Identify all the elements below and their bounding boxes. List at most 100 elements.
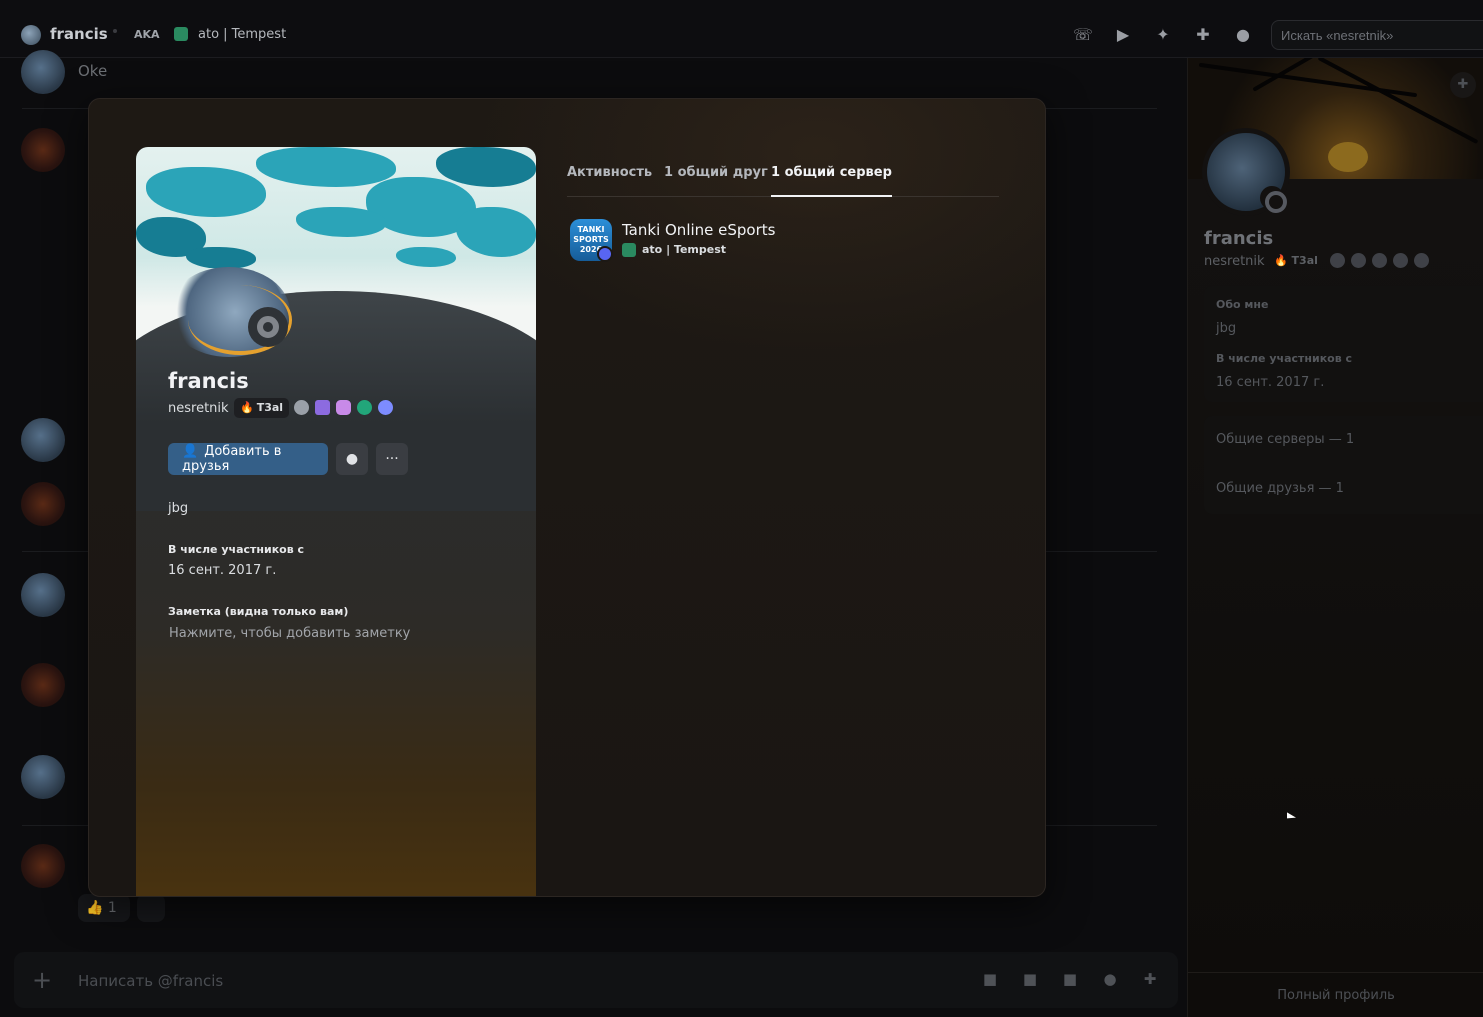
- profile-tabs: Активность 1 общий друг 1 общий сервер: [567, 165, 999, 197]
- message-button[interactable]: ●: [336, 443, 368, 475]
- aka-name[interactable]: ato | Tempest: [198, 27, 286, 42]
- avatar[interactable]: [21, 418, 65, 462]
- badge-list: [1330, 253, 1429, 268]
- orb-icon[interactable]: [378, 400, 393, 415]
- cloud-shape: [456, 207, 536, 257]
- server-tag-icon: [174, 27, 188, 41]
- cloud-shape: [296, 207, 386, 237]
- server-nickname: ato | Tempest: [642, 243, 727, 256]
- member-since-label: В числе участников с: [168, 543, 305, 556]
- avatar[interactable]: [21, 482, 65, 526]
- full-profile-button[interactable]: Полный профиль: [1188, 988, 1483, 1003]
- reaction-thumbs-up[interactable]: 👍 1: [78, 894, 130, 922]
- tab-mutual-servers[interactable]: 1 общий сервер: [771, 165, 892, 197]
- badge-icon[interactable]: [1372, 253, 1387, 268]
- user-profile-panel: ✚ francis nesretnik 🔥 T3al Обо мне jbg В…: [1187, 58, 1483, 1017]
- avatar[interactable]: [21, 755, 65, 799]
- mutual-servers-row[interactable]: Общие серверы — 1: [1216, 432, 1354, 447]
- more-icon: ···: [385, 451, 399, 467]
- sticker-icon[interactable]: ■: [1060, 970, 1080, 990]
- avatar[interactable]: [21, 25, 41, 45]
- more-button[interactable]: ···: [376, 443, 408, 475]
- avatar[interactable]: [21, 128, 65, 172]
- about-card: Обо мне jbg В числе участников с 16 сент…: [1204, 286, 1483, 402]
- message-text: Oke: [78, 62, 108, 80]
- tab-mutual-friends[interactable]: 1 общий друг: [664, 165, 768, 197]
- profile-modal: francis nesretnik 🔥 T3al 👤 Добавить в друз…: [88, 98, 1046, 897]
- plus-icon[interactable]: +: [32, 966, 52, 994]
- mutual-server-item[interactable]: TANKI SPORTS 2026 Tanki Online eSports ato…: [570, 219, 1000, 263]
- server-tag-label: T3al: [1291, 254, 1318, 267]
- add-friend-button[interactable]: 👤 Добавить в друзья: [168, 443, 328, 475]
- cloud-shape: [256, 147, 396, 187]
- message-composer[interactable]: + Написать @francis ■ ■ ■ ● ✚: [14, 952, 1178, 1008]
- server-name: Tanki Online eSports: [622, 221, 776, 239]
- reaction-count: 1: [107, 900, 117, 916]
- sun-image: [1328, 142, 1368, 172]
- badge-icon[interactable]: [1330, 253, 1345, 268]
- gif-icon[interactable]: ■: [1020, 970, 1040, 990]
- fire-icon: 🔥: [240, 401, 254, 414]
- mutuals-card: Общие серверы — 1 Общие друзья — 1: [1204, 416, 1483, 514]
- avatar[interactable]: [21, 50, 65, 94]
- server-tag-icon: [622, 243, 636, 257]
- add-friend-icon[interactable]: ✚: [1192, 24, 1214, 46]
- note-label: Заметка (видна только вам): [168, 605, 349, 618]
- bio-text: jbg: [168, 501, 189, 516]
- hypesquad-icon[interactable]: [294, 400, 309, 415]
- add-reaction-button[interactable]: [137, 894, 165, 922]
- cloud-shape: [396, 247, 456, 267]
- username[interactable]: nesretnik: [1204, 254, 1265, 269]
- dm-title[interactable]: francis: [50, 25, 108, 43]
- badge-list: [294, 400, 393, 415]
- emoji-icon[interactable]: ●: [1100, 970, 1120, 990]
- dm-header: francis AKA ato | Tempest ☏ ▶ ✦ ✚ ●: [0, 0, 1483, 58]
- profile-icon[interactable]: ●: [1232, 24, 1254, 46]
- branch-image: [1317, 58, 1479, 145]
- server-tag[interactable]: 🔥 T3al: [234, 398, 290, 418]
- aka-label: AKA: [134, 28, 160, 41]
- avatar[interactable]: [21, 663, 65, 707]
- nitro-icon[interactable]: [315, 400, 330, 415]
- server-tag[interactable]: 🔥 T3al: [1274, 254, 1318, 267]
- display-name: francis: [168, 369, 249, 393]
- phone-icon[interactable]: ☏: [1072, 24, 1094, 46]
- add-friend-icon[interactable]: ✚: [1450, 72, 1476, 98]
- member-since-label: В числе участников с: [1216, 352, 1353, 365]
- search-box[interactable]: [1271, 20, 1483, 50]
- server-tag-label: T3al: [256, 401, 284, 414]
- search-input[interactable]: [1272, 21, 1483, 49]
- mutual-friends-row[interactable]: Общие друзья — 1: [1216, 481, 1344, 496]
- member-since-value: 16 сент. 2017 г.: [168, 563, 277, 578]
- divider: [1188, 972, 1483, 973]
- chat-bubble-icon: ●: [345, 451, 359, 467]
- cloud-shape: [436, 147, 536, 187]
- gift-icon[interactable]: ■: [980, 970, 1000, 990]
- display-name: francis: [1204, 228, 1274, 249]
- about-label: Обо мне: [1216, 298, 1269, 311]
- apps-icon[interactable]: ✚: [1140, 970, 1160, 990]
- separator-dot: [113, 29, 117, 33]
- username[interactable]: nesretnik: [168, 401, 229, 416]
- badge-icon[interactable]: [1351, 253, 1366, 268]
- tab-activity[interactable]: Активность: [567, 165, 652, 197]
- about-text: jbg: [1216, 321, 1237, 336]
- add-user-icon: 👤: [182, 444, 199, 459]
- cloud-shape: [186, 247, 256, 269]
- badge-icon[interactable]: [1393, 253, 1408, 268]
- cloud-shape: [146, 167, 266, 217]
- avatar[interactable]: [21, 844, 65, 888]
- composer-placeholder[interactable]: Написать @francis: [78, 972, 223, 990]
- quest-icon[interactable]: [357, 400, 372, 415]
- video-icon[interactable]: ▶: [1112, 24, 1134, 46]
- avatar[interactable]: [21, 573, 65, 617]
- status-offline-icon: [1260, 186, 1287, 213]
- verified-icon: [597, 246, 613, 262]
- profile-card: francis nesretnik 🔥 T3al 👤 Добавить в друз…: [136, 147, 536, 896]
- note-input[interactable]: Нажмите, чтобы добавить заметку: [169, 626, 410, 641]
- status-offline-icon: [248, 307, 288, 347]
- member-since-value: 16 сент. 2017 г.: [1216, 375, 1325, 390]
- badge-icon[interactable]: [1414, 253, 1429, 268]
- pin-icon[interactable]: ✦: [1152, 24, 1174, 46]
- boost-gem-icon[interactable]: [336, 400, 351, 415]
